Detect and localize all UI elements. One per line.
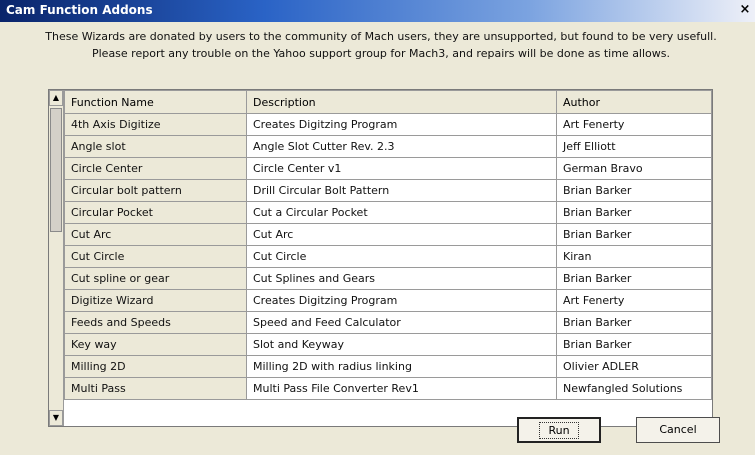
intro-line-1: These Wizards are donated by users to th…	[45, 30, 717, 43]
table-row[interactable]: Circular Pocket Cut a Circular Pocket Bria…	[64, 201, 712, 224]
cell-function-name[interactable]: Circular Pocket	[64, 201, 247, 224]
cell-description[interactable]: Slot and Keyway	[246, 333, 557, 356]
cell-description[interactable]: Milling 2D with radius linking	[246, 355, 557, 378]
cell-function-name[interactable]: Circular bolt pattern	[64, 179, 247, 202]
cell-function-name[interactable]: Cut Arc	[64, 223, 247, 246]
cell-author[interactable]: Brian Barker	[556, 311, 712, 334]
cell-author[interactable]: Brian Barker	[556, 267, 712, 290]
cell-function-name[interactable]: Cut spline or gear	[64, 267, 247, 290]
table-row[interactable]: Circular bolt pattern Drill Circular Bolt…	[64, 179, 712, 202]
cell-description[interactable]: Drill Circular Bolt Pattern	[246, 179, 557, 202]
cell-description[interactable]: Angle Slot Cutter Rev. 2.3	[246, 135, 557, 158]
cell-function-name[interactable]: Circle Center	[64, 157, 247, 180]
cell-author[interactable]: Brian Barker	[556, 223, 712, 246]
cell-author[interactable]: Brian Barker	[556, 201, 712, 224]
cell-author[interactable]: Art Fenerty	[556, 113, 712, 136]
table-row[interactable]: Angle slot Angle Slot Cutter Rev. 2.3 Jeff…	[64, 135, 712, 158]
cell-author[interactable]: Jeff Elliott	[556, 135, 712, 158]
cell-function-name[interactable]: 4th Axis Digitize	[64, 113, 247, 136]
column-header-function-name[interactable]: Function Name	[64, 90, 247, 114]
cell-function-name[interactable]: Multi Pass	[64, 377, 247, 400]
cell-description[interactable]: Multi Pass File Converter Rev1	[246, 377, 557, 400]
cell-author[interactable]: Olivier ADLER	[556, 355, 712, 378]
cancel-button-label: Cancel	[659, 423, 697, 436]
intro-line-2: Please report any trouble on the Yahoo s…	[91, 47, 670, 60]
table-row[interactable]: Milling 2D Milling 2D with radius linking…	[64, 355, 712, 378]
scrollbar-thumb[interactable]	[50, 108, 62, 232]
cell-description[interactable]: Creates Digitzing Program	[246, 289, 557, 312]
cell-author[interactable]: Newfangled Solutions	[556, 377, 712, 400]
cell-function-name[interactable]: Milling 2D	[64, 355, 247, 378]
window-title: Cam Function Addons	[6, 3, 153, 17]
wizard-list-table: Function Name Description Author 4th Axi…	[64, 90, 712, 400]
title-bar: Cam Function Addons ×	[0, 0, 755, 22]
cell-description[interactable]: Creates Digitzing Program	[246, 113, 557, 136]
scroll-up-arrow-icon[interactable]: ▲	[49, 90, 63, 106]
cell-function-name[interactable]: Cut Circle	[64, 245, 247, 268]
cell-function-name[interactable]: Feeds and Speeds	[64, 311, 247, 334]
column-header-author[interactable]: Author	[556, 90, 712, 114]
table-row[interactable]: Multi Pass Multi Pass File Converter Rev1…	[64, 377, 712, 400]
intro-text: These Wizards are donated by users to th…	[12, 28, 750, 62]
wizard-table: ▲ ▼ Function Name Description Author 4th…	[48, 89, 713, 427]
table-row[interactable]: Digitize Wizard Creates Digitzing Program…	[64, 289, 712, 312]
close-icon[interactable]: ×	[737, 2, 753, 18]
cell-description[interactable]: Cut Arc	[246, 223, 557, 246]
cell-author[interactable]: Brian Barker	[556, 179, 712, 202]
table-row[interactable]: Cut Circle Cut Circle Kiran	[64, 245, 712, 268]
cell-author[interactable]: Kiran	[556, 245, 712, 268]
cell-description[interactable]: Cut Circle	[246, 245, 557, 268]
table-row[interactable]: Circle Center Circle Center v1 German Brav…	[64, 157, 712, 180]
run-button[interactable]: Run	[517, 417, 601, 443]
cell-author[interactable]: German Bravo	[556, 157, 712, 180]
cell-function-name[interactable]: Angle slot	[64, 135, 247, 158]
run-button-label: Run	[539, 422, 579, 439]
cell-author[interactable]: Brian Barker	[556, 333, 712, 356]
column-header-description[interactable]: Description	[246, 90, 557, 114]
cell-description[interactable]: Speed and Feed Calculator	[246, 311, 557, 334]
cancel-button[interactable]: Cancel	[636, 417, 720, 443]
table-row[interactable]: Cut Arc Cut Arc Brian Barker	[64, 223, 712, 246]
cell-description[interactable]: Cut a Circular Pocket	[246, 201, 557, 224]
table-row[interactable]: Key way Slot and Keyway Brian Barker	[64, 333, 712, 356]
vertical-scrollbar[interactable]: ▲ ▼	[49, 90, 64, 426]
table-header-row: Function Name Description Author	[64, 90, 712, 114]
scroll-down-arrow-icon[interactable]: ▼	[49, 410, 63, 426]
table-row[interactable]: 4th Axis Digitize Creates Digitzing Progr…	[64, 113, 712, 136]
table-row[interactable]: Feeds and Speeds Speed and Feed Calculato…	[64, 311, 712, 334]
cell-author[interactable]: Art Fenerty	[556, 289, 712, 312]
cell-description[interactable]: Circle Center v1	[246, 157, 557, 180]
cell-function-name[interactable]: Digitize Wizard	[64, 289, 247, 312]
cell-function-name[interactable]: Key way	[64, 333, 247, 356]
table-row[interactable]: Cut spline or gear Cut Splines and Gears B…	[64, 267, 712, 290]
cell-description[interactable]: Cut Splines and Gears	[246, 267, 557, 290]
